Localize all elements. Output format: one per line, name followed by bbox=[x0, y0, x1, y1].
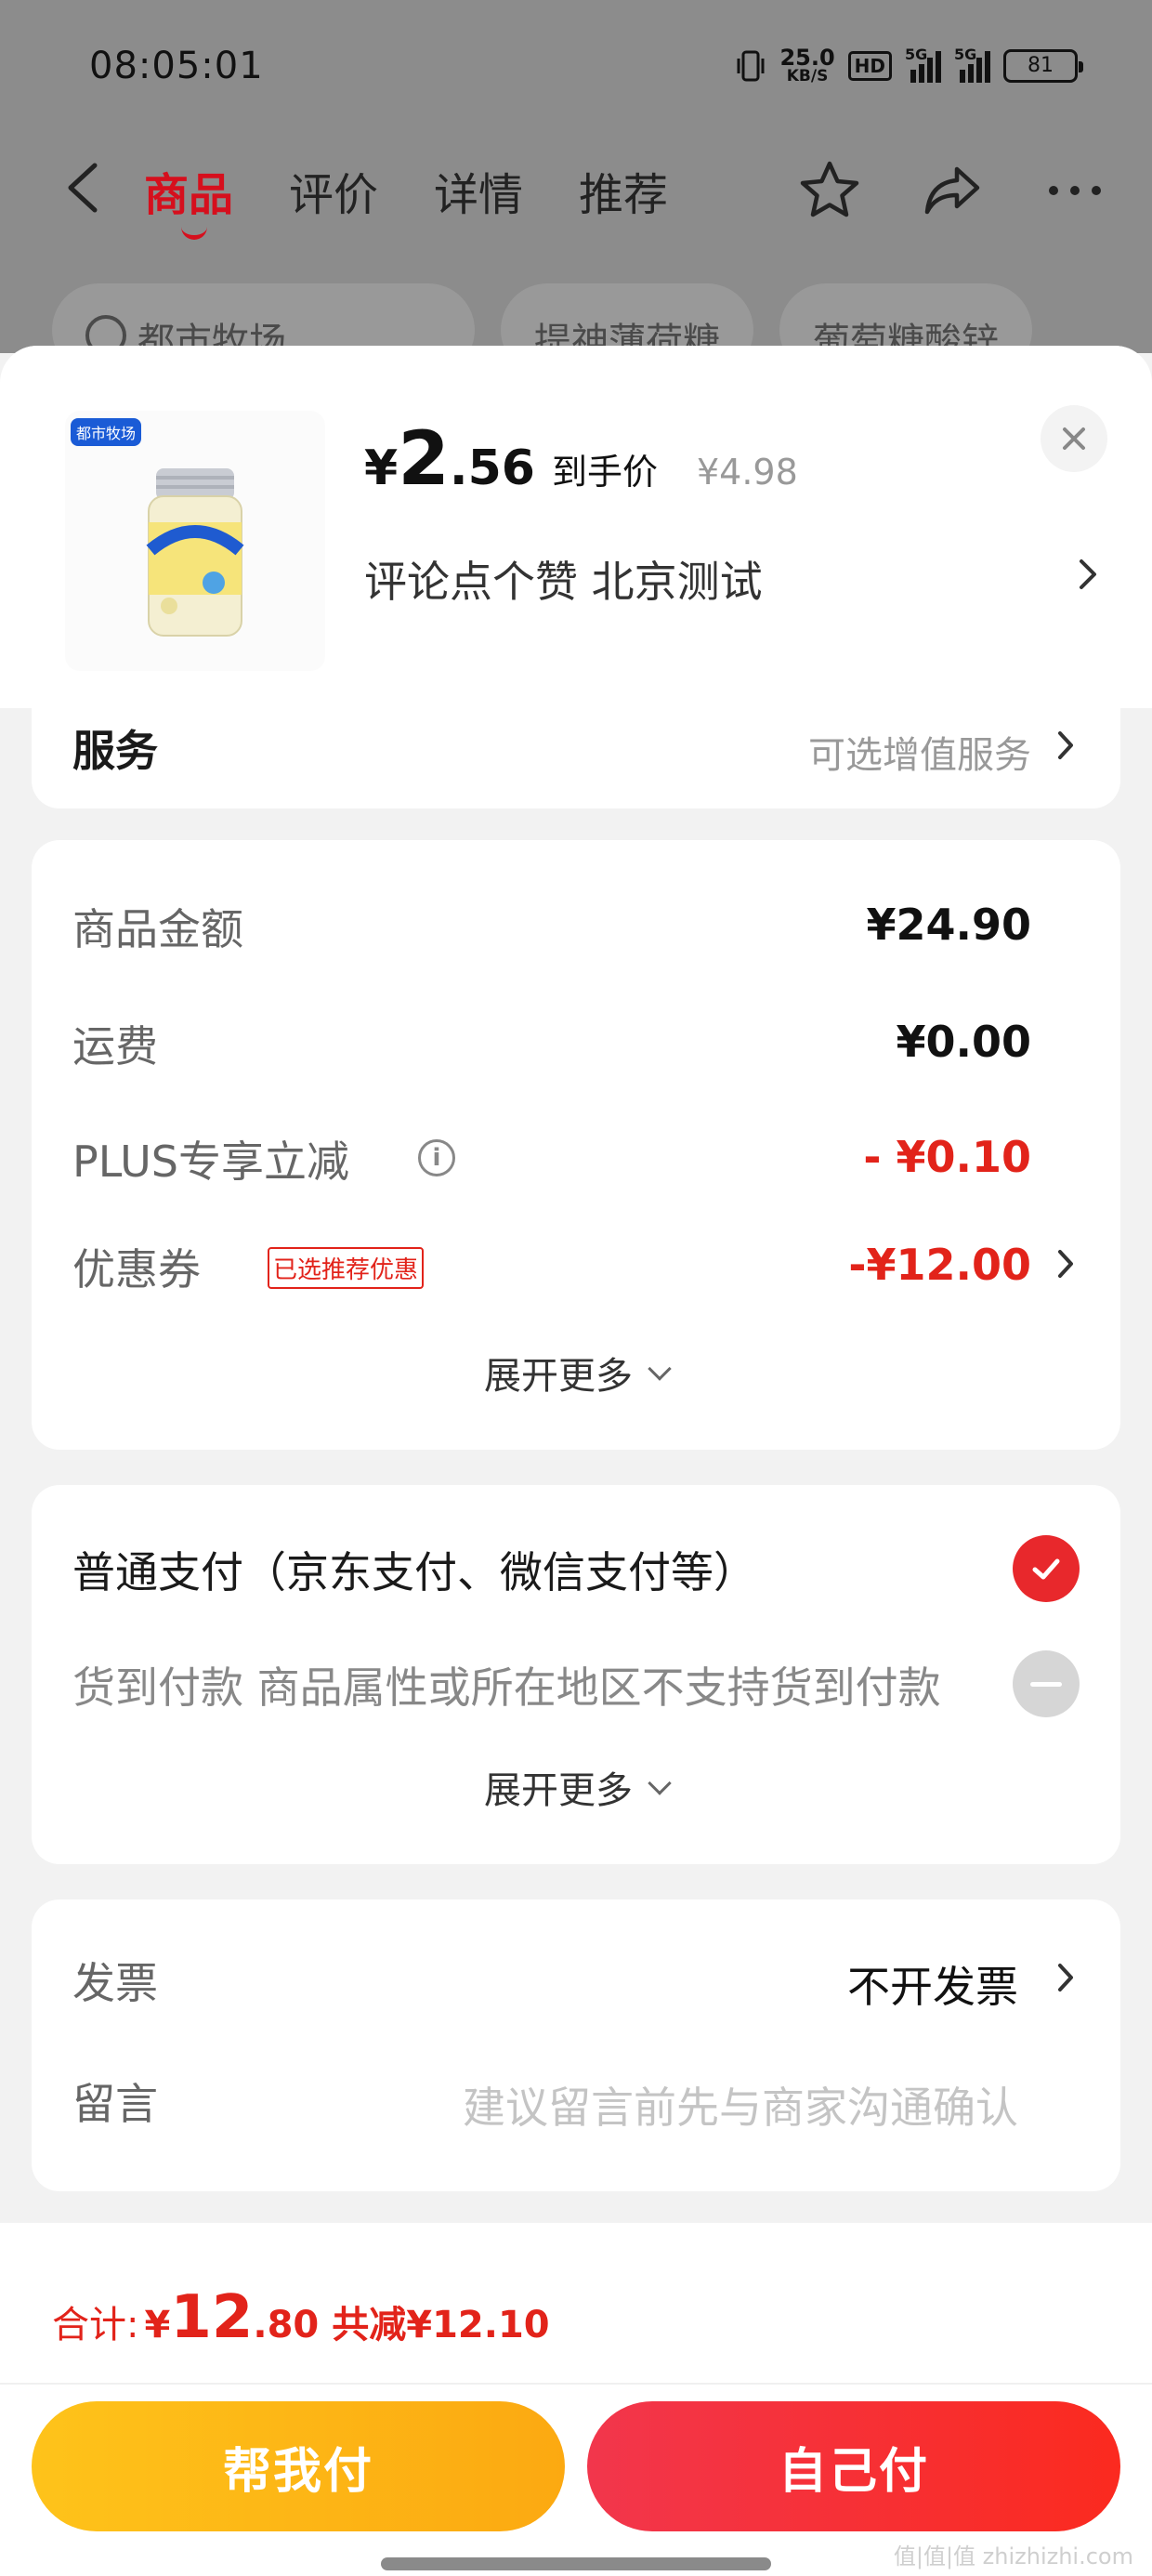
hd-icon: HD bbox=[847, 50, 892, 81]
cod-payment-option: 货到付款 商品属性或所在地区不支持货到付款 bbox=[72, 1654, 1120, 1715]
help-me-pay-button[interactable]: 帮我付 bbox=[32, 2401, 565, 2531]
price-decimal: .56 bbox=[449, 440, 535, 496]
vibrate-icon bbox=[737, 50, 765, 81]
brand-logo: 都市牧场 bbox=[71, 418, 142, 446]
message-input[interactable]: 建议留言前先与商家沟通确认 bbox=[463, 2074, 1018, 2136]
watermark: 值|值|值 zhizhizhi.com bbox=[893, 2543, 1133, 2569]
product-summary: 都市牧场 ¥ 2 .56 到手价 ¥4.98 评论点个赞 北京测试 bbox=[0, 346, 1152, 708]
chevron-down-icon bbox=[648, 1357, 672, 1381]
plus-discount-row: PLUS专享立减 i - ¥0.10 bbox=[72, 1128, 1120, 1193]
chevron-right-icon bbox=[1058, 731, 1073, 759]
order-sheet: 都市牧场 ¥ 2 .56 到手价 ¥4.98 评论点个赞 北京测试 服务 可选增… bbox=[0, 346, 1152, 2576]
plus-discount-value: - ¥0.10 bbox=[863, 1132, 1031, 1182]
network-speed: 25.0 KB/S bbox=[779, 45, 835, 85]
nav-actions bbox=[797, 158, 1107, 223]
status-bar: 08:05:01 25.0 KB/S HD 5G 5G 81 bbox=[0, 0, 1152, 139]
tab-recommend[interactable]: 推荐 bbox=[579, 158, 668, 223]
normal-payment-label: 普通支付（京东支付、微信支付等） bbox=[72, 1547, 756, 1597]
status-icons: 25.0 KB/S HD 5G 5G 81 bbox=[735, 45, 1083, 85]
share-icon[interactable] bbox=[920, 158, 985, 223]
signal-icon-sim1: 5G bbox=[905, 46, 941, 83]
signal-icon-sim2: 5G bbox=[954, 46, 990, 83]
chevron-right-icon bbox=[1058, 1964, 1073, 1991]
order-total: 合计: ¥ 12 .80 共减¥12.10 bbox=[52, 2288, 550, 2348]
chevron-down-icon bbox=[648, 1771, 672, 1795]
price-line: ¥ 2 .56 到手价 ¥4.98 bbox=[364, 415, 798, 502]
freight-row: 运费 ¥0.00 bbox=[72, 1013, 1120, 1078]
goods-amount-row: 商品金额 ¥24.90 bbox=[72, 896, 1120, 961]
footer-divider bbox=[0, 2383, 1152, 2385]
disabled-icon bbox=[1013, 1650, 1080, 1717]
more-icon[interactable] bbox=[1042, 158, 1107, 223]
expand-more-amounts[interactable]: 展开更多 bbox=[32, 1346, 1120, 1400]
selected-spec[interactable]: 评论点个赞 北京测试 bbox=[364, 548, 763, 610]
payment-card: 普通支付（京东支付、微信支付等） 货到付款 商品属性或所在地区不支持货到付款 展… bbox=[32, 1485, 1120, 1864]
service-title: 服务 bbox=[72, 726, 158, 776]
message-label: 留言 bbox=[72, 2079, 158, 2129]
freight-label: 运费 bbox=[72, 1021, 158, 1071]
price-label: 到手价 bbox=[551, 452, 658, 493]
chevron-right-icon bbox=[1058, 1250, 1073, 1278]
goods-amount-value: ¥24.90 bbox=[866, 900, 1031, 950]
info-icon[interactable]: i bbox=[418, 1139, 455, 1176]
original-price: ¥4.98 bbox=[697, 452, 798, 493]
battery-icon: 81 bbox=[1003, 48, 1083, 83]
tab-details[interactable]: 详情 bbox=[434, 158, 523, 223]
product-tabs: 商品 评价 详情 推荐 bbox=[144, 158, 668, 240]
goods-amount-label: 商品金额 bbox=[72, 904, 243, 954]
checked-icon[interactable] bbox=[1013, 1535, 1080, 1602]
message-row: 留言 建议留言前先与商家沟通确认 bbox=[72, 2070, 1120, 2136]
invoice-row[interactable]: 发票 不开发票 bbox=[72, 1950, 1120, 2015]
battery-level: 81 bbox=[1028, 54, 1054, 77]
plus-discount-label: PLUS专享立减 bbox=[72, 1137, 349, 1187]
back-arrow-icon[interactable] bbox=[63, 162, 104, 214]
status-time: 08:05:01 bbox=[89, 45, 264, 87]
coupon-recommended-tag: 已选推荐优惠 bbox=[268, 1247, 425, 1289]
coupon-value: -¥12.00 bbox=[848, 1240, 1031, 1290]
freight-value: ¥0.00 bbox=[896, 1017, 1031, 1067]
total-currency: ¥ bbox=[144, 2304, 171, 2346]
background-page-overlay: 08:05:01 25.0 KB/S HD 5G 5G 81 商品 评价 详情 … bbox=[0, 0, 1152, 376]
invoice-card: 发票 不开发票 留言 建议留言前先与商家沟通确认 bbox=[32, 1899, 1120, 2191]
coupon-label: 优惠券 bbox=[72, 1244, 201, 1295]
mint-bottle-image bbox=[146, 468, 244, 637]
close-button[interactable] bbox=[1041, 405, 1107, 472]
total-decimal: .80 bbox=[253, 2304, 320, 2346]
total-label: 合计: bbox=[52, 2304, 139, 2346]
invoice-label: 发票 bbox=[72, 1958, 158, 2008]
tab-reviews[interactable]: 评价 bbox=[289, 158, 378, 223]
favorite-star-icon[interactable] bbox=[797, 158, 862, 223]
total-saving: 共减¥12.10 bbox=[332, 2304, 550, 2346]
service-hint: 可选增值服务 bbox=[808, 734, 1031, 777]
checkout-footer: 合计: ¥ 12 .80 共减¥12.10 帮我付 自己付 值|值|值 zhiz… bbox=[0, 2223, 1152, 2576]
close-icon bbox=[1063, 427, 1085, 450]
service-card[interactable]: 服务 可选增值服务 bbox=[32, 680, 1120, 808]
invoice-value: 不开发票 bbox=[847, 1962, 1018, 2012]
chevron-right-icon[interactable] bbox=[1076, 556, 1100, 593]
price-integer: 2 bbox=[398, 415, 450, 502]
amount-card: 商品金额 ¥24.90 运费 ¥0.00 PLUS专享立减 i - ¥0.10 … bbox=[32, 840, 1120, 1450]
expand-more-payment[interactable]: 展开更多 bbox=[32, 1760, 1120, 1814]
pay-myself-button[interactable]: 自己付 bbox=[587, 2401, 1120, 2531]
product-thumbnail: 都市牧场 bbox=[65, 411, 325, 671]
normal-payment-option[interactable]: 普通支付（京东支付、微信支付等） bbox=[72, 1539, 1120, 1600]
home-indicator[interactable] bbox=[381, 2557, 771, 2570]
tab-goods[interactable]: 商品 bbox=[144, 158, 233, 240]
product-nav-bar: 商品 评价 详情 推荐 bbox=[0, 139, 1152, 242]
cod-payment-label: 货到付款 商品属性或所在地区不支持货到付款 bbox=[72, 1663, 941, 1713]
price-currency: ¥ bbox=[364, 440, 399, 496]
total-integer: 12 bbox=[170, 2283, 254, 2352]
coupon-row[interactable]: 优惠券 已选推荐优惠 -¥12.00 bbox=[72, 1236, 1120, 1301]
